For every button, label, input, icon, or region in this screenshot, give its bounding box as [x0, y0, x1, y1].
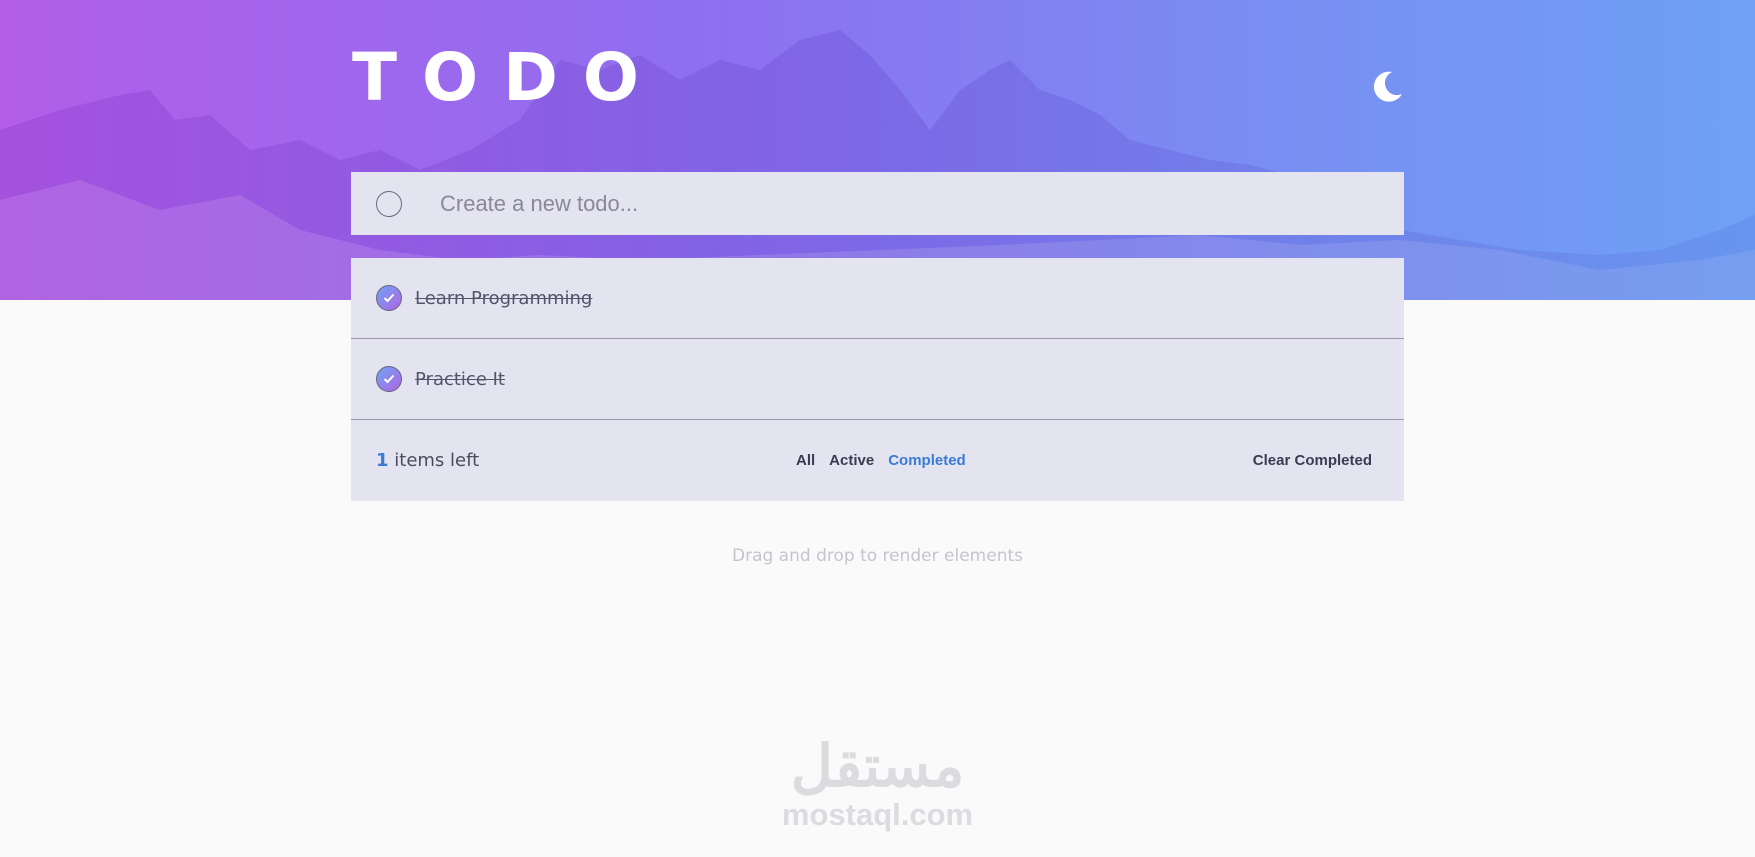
- app-title: TODO: [352, 39, 665, 116]
- new-todo-bar: [351, 172, 1404, 235]
- todo-list: Learn Programming Practice It 1 items le…: [351, 258, 1404, 501]
- todo-item[interactable]: Learn Programming: [351, 258, 1404, 339]
- checkmark-icon: [383, 293, 395, 303]
- watermark-arabic: مستقل: [790, 734, 965, 799]
- items-left-count: 1: [376, 450, 389, 471]
- checkmark-icon: [383, 374, 395, 384]
- mountain-background-image: [0, 30, 1755, 300]
- new-todo-input[interactable]: [438, 182, 1342, 225]
- clear-completed-button[interactable]: Clear Completed: [1253, 452, 1372, 469]
- todo-item[interactable]: Practice It: [351, 339, 1404, 420]
- watermark-latin: mostaql.com: [781, 797, 974, 832]
- theme-toggle-button[interactable]: [1366, 66, 1406, 106]
- todo-text: Learn Programming: [415, 287, 593, 309]
- filter-active[interactable]: Active: [829, 452, 874, 469]
- todo-text: Practice It: [415, 368, 505, 390]
- todo-footer: 1 items left All Active Completed Clear …: [351, 420, 1404, 501]
- items-left-label: items left: [394, 450, 480, 471]
- watermark-logo: مستقل mostaql.com: [770, 736, 985, 832]
- todo-checkbox-checked[interactable]: [376, 285, 402, 311]
- filter-completed[interactable]: Completed: [888, 452, 966, 469]
- moon-icon: [1373, 71, 1402, 102]
- header-background: [0, 0, 1755, 300]
- drag-drop-hint: Drag and drop to render elements: [731, 546, 1023, 566]
- filter-tabs: All Active Completed: [796, 452, 966, 469]
- items-left-counter: 1 items left: [376, 450, 479, 471]
- todo-checkbox-checked[interactable]: [376, 366, 402, 392]
- filter-all[interactable]: All: [796, 452, 815, 469]
- new-todo-circle[interactable]: [376, 190, 402, 217]
